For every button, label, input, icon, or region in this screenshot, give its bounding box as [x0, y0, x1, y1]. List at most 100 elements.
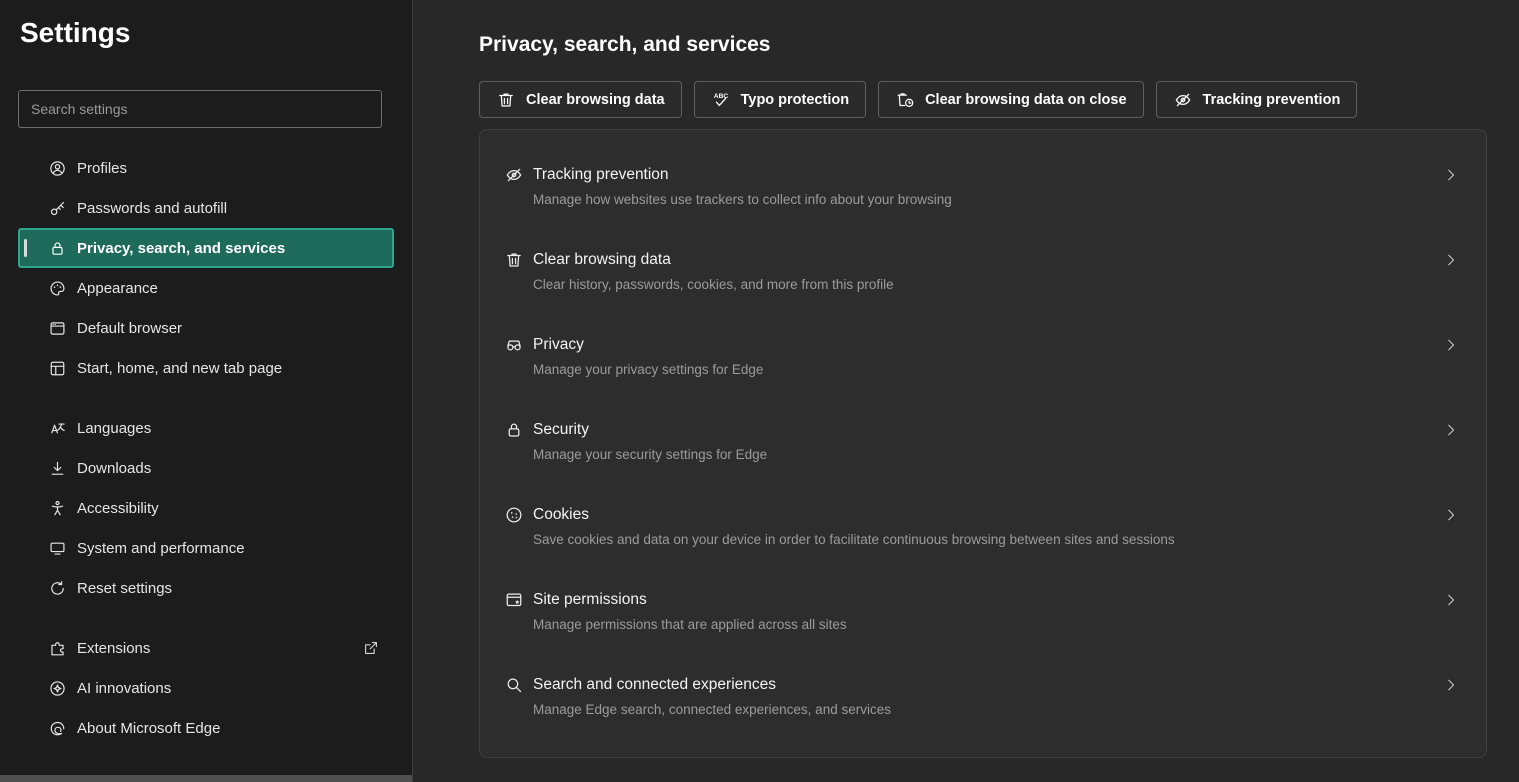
privacy-glasses-icon [504, 335, 524, 355]
download-icon [48, 459, 67, 478]
sidebar-item-languages[interactable]: Languages [18, 408, 394, 448]
tracking-prevention-icon [1173, 90, 1193, 110]
edge-logo-icon [48, 719, 67, 738]
sidebar-item-label: Downloads [77, 460, 151, 477]
settings-row-tracking-prevention[interactable]: Tracking prevention Manage how websites … [480, 144, 1486, 229]
settings-row-cookies[interactable]: Cookies Save cookies and data on your de… [480, 484, 1486, 569]
main-content: Privacy, search, and services Clear brow… [413, 0, 1519, 782]
row-title: Search and connected experiences [533, 675, 776, 695]
settings-sidebar: Settings Profiles Passwords and autofill… [0, 0, 413, 782]
svg-text:ABC: ABC [713, 92, 728, 99]
sidebar-item-label: Accessibility [77, 500, 159, 517]
button-label: Clear browsing data [526, 92, 665, 108]
sidebar-item-ai-innovations[interactable]: AI innovations [18, 668, 394, 708]
search-icon [504, 675, 524, 695]
row-description: Manage Edge search, connected experience… [533, 702, 1422, 718]
sidebar-item-about-edge[interactable]: About Microsoft Edge [18, 708, 394, 748]
languages-icon [48, 419, 67, 438]
row-head: Tracking prevention [504, 165, 1422, 185]
sidebar-item-label: Default browser [77, 320, 182, 337]
chevron-right-icon [1442, 591, 1460, 609]
search-settings-input[interactable] [18, 90, 382, 128]
sidebar-item-accessibility[interactable]: Accessibility [18, 488, 394, 528]
horizontal-scrollbar[interactable] [0, 775, 412, 782]
chevron-right-icon [1442, 421, 1460, 439]
sidebar-item-downloads[interactable]: Downloads [18, 448, 394, 488]
row-head: Privacy [504, 335, 1422, 355]
trash-clock-icon [895, 90, 915, 110]
sidebar-item-passwords-autofill[interactable]: Passwords and autofill [18, 188, 394, 228]
key-icon [48, 199, 67, 218]
clear-browsing-data-button[interactable]: Clear browsing data [479, 81, 682, 118]
profiles-person-icon [48, 159, 67, 178]
tracking-prevention-icon [504, 165, 524, 185]
nav-group-2: Languages Downloads Accessibility System… [18, 408, 394, 608]
reset-arrow-icon [48, 579, 67, 598]
sidebar-item-privacy-search-services[interactable]: Privacy, search, and services [18, 228, 394, 268]
trash-icon [504, 250, 524, 270]
sidebar-item-start-home-newtab[interactable]: Start, home, and new tab page [18, 348, 394, 388]
monitor-icon [48, 539, 67, 558]
sidebar-item-profiles[interactable]: Profiles [18, 148, 394, 188]
chevron-right-icon [1442, 336, 1460, 354]
row-head: Clear browsing data [504, 250, 1422, 270]
settings-list-card: Tracking prevention Manage how websites … [479, 129, 1487, 758]
sidebar-item-label: Extensions [77, 640, 150, 657]
row-head: Site permissions [504, 590, 1422, 610]
ai-sparkle-icon [48, 679, 67, 698]
row-title: Security [533, 420, 589, 440]
sidebar-item-label: Appearance [77, 280, 158, 297]
sidebar-item-label: Languages [77, 420, 151, 437]
clear-browsing-data-on-close-button[interactable]: Clear browsing data on close [878, 81, 1143, 118]
nav-group-1: Profiles Passwords and autofill Privacy,… [18, 148, 394, 388]
sidebar-item-label: Reset settings [77, 580, 172, 597]
settings-row-clear-browsing-data[interactable]: Clear browsing data Clear history, passw… [480, 229, 1486, 314]
accessibility-person-icon [48, 499, 67, 518]
row-title: Cookies [533, 505, 589, 525]
quick-actions-toolbar: Clear browsing data ABC Typo protection … [479, 81, 1519, 118]
row-description: Manage permissions that are applied acro… [533, 617, 1422, 633]
sidebar-item-extensions[interactable]: Extensions [18, 628, 394, 668]
chevron-right-icon [1442, 676, 1460, 694]
sidebar-item-reset-settings[interactable]: Reset settings [18, 568, 394, 608]
settings-row-search-connected-experiences[interactable]: Search and connected experiences Manage … [480, 654, 1486, 739]
row-title: Privacy [533, 335, 584, 355]
sidebar-nav: Profiles Passwords and autofill Privacy,… [18, 148, 394, 748]
trash-icon [496, 90, 516, 110]
row-description: Manage your security settings for Edge [533, 447, 1422, 463]
sidebar-item-system-performance[interactable]: System and performance [18, 528, 394, 568]
button-label: Typo protection [741, 92, 849, 108]
lock-icon [504, 420, 524, 440]
settings-row-site-permissions[interactable]: Site permissions Manage permissions that… [480, 569, 1486, 654]
cookie-icon [504, 505, 524, 525]
row-title: Tracking prevention [533, 165, 669, 185]
puzzle-icon [48, 639, 67, 658]
sidebar-item-default-browser[interactable]: Default browser [18, 308, 394, 348]
chevron-right-icon [1442, 506, 1460, 524]
sidebar-item-label: Profiles [77, 160, 127, 177]
sidebar-item-label: System and performance [77, 540, 245, 557]
new-tab-layout-icon [48, 359, 67, 378]
sidebar-item-label: Start, home, and new tab page [77, 360, 282, 377]
tracking-prevention-button[interactable]: Tracking prevention [1156, 81, 1358, 118]
sidebar-item-label: AI innovations [77, 680, 171, 697]
sidebar-item-appearance[interactable]: Appearance [18, 268, 394, 308]
chevron-right-icon [1442, 166, 1460, 184]
row-title: Clear browsing data [533, 250, 671, 270]
row-description: Clear history, passwords, cookies, and m… [533, 277, 1422, 293]
chevron-right-icon [1442, 251, 1460, 269]
browser-window-icon [48, 319, 67, 338]
settings-row-security[interactable]: Security Manage your security settings f… [480, 399, 1486, 484]
site-permissions-icon [504, 590, 524, 610]
settings-row-privacy[interactable]: Privacy Manage your privacy settings for… [480, 314, 1486, 399]
typo-protection-button[interactable]: ABC Typo protection [694, 81, 866, 118]
typo-check-icon: ABC [711, 90, 731, 110]
button-label: Tracking prevention [1203, 92, 1341, 108]
row-description: Manage how websites use trackers to coll… [533, 192, 1422, 208]
sidebar-item-label: About Microsoft Edge [77, 720, 220, 737]
external-link-icon [362, 639, 380, 657]
row-description: Manage your privacy settings for Edge [533, 362, 1422, 378]
row-head: Search and connected experiences [504, 675, 1422, 695]
section-title: Privacy, search, and services [479, 33, 1519, 57]
sidebar-item-label: Privacy, search, and services [77, 240, 285, 257]
